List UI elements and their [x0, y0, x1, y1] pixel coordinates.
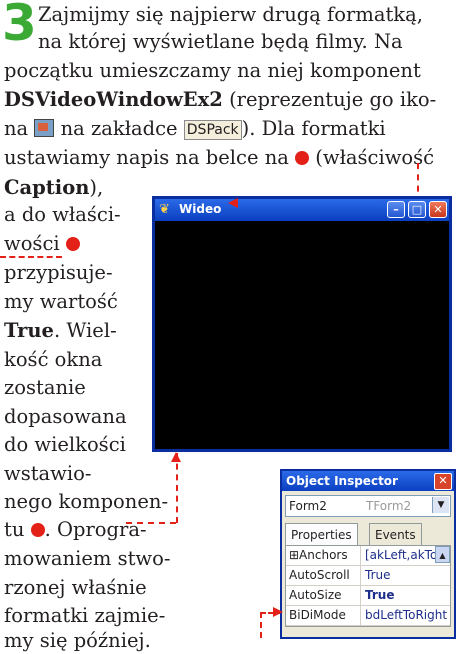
step-number: 3: [2, 0, 37, 52]
video-component-icon: [34, 119, 55, 137]
paragraph-line-7: Caption),: [4, 176, 104, 199]
column-line-5: True. Wiel-: [4, 319, 117, 342]
property-value[interactable]: bdLeftToRight: [365, 606, 447, 625]
marker-dot-icon: [295, 151, 310, 165]
column-line-14: rzonej właśnie: [4, 576, 147, 599]
scroll-up-icon[interactable]: ▲: [435, 546, 450, 563]
component-name: DSVideoWindowEx2: [4, 88, 223, 111]
autosize-connector: [0, 256, 62, 258]
autosize-connector: [260, 612, 262, 638]
caption-property: Caption: [4, 176, 90, 199]
column-line-16: my się później.: [4, 629, 151, 652]
column-line-13: mowaniem stwo-: [4, 547, 171, 570]
property-name: ⊞Anchors: [286, 546, 361, 565]
video-window: ❦ Wideo – □ ✕: [152, 196, 452, 452]
form-type: TForm2: [366, 499, 412, 513]
marker-dot-icon: [65, 237, 80, 251]
column-line-7: zostanie: [4, 376, 86, 399]
form-name: Form2: [289, 499, 327, 513]
column-line-10: wstawio-: [4, 462, 92, 485]
column-line-1: a do właści-: [4, 203, 121, 226]
column-line-15: formatki zajmie-: [4, 604, 166, 627]
column-line-4: my wartość: [4, 290, 118, 313]
component-connector: [176, 453, 178, 523]
tab-properties[interactable]: Properties: [285, 523, 358, 545]
chevron-down-icon[interactable]: ▼: [432, 497, 449, 513]
inspector-tabs: Properties Events: [285, 523, 451, 545]
paragraph-line-4: DSVideoWindowEx2 (reprezentuje go iko-: [4, 88, 437, 111]
column-line-2: wości: [4, 231, 80, 257]
column-line-3: przypisuje-: [4, 261, 113, 284]
column-line-6: kość okna: [4, 348, 103, 371]
app-icon: ❦: [159, 202, 170, 217]
component-connector: [126, 522, 176, 524]
paragraph-line-6: ustawiamy napis na belce na (właściwość: [4, 146, 435, 169]
paragraph-line-5: na na zakładce DSPack). Dla formatki: [4, 117, 386, 140]
component-selector[interactable]: Form2 TForm2 ▼: [285, 495, 451, 517]
column-line-11: nego komponen-: [4, 490, 169, 513]
maximize-button[interactable]: □: [408, 201, 426, 218]
property-row[interactable]: BiDiMode bdLeftToRight: [286, 606, 450, 626]
column-line-9: do wielkości: [4, 433, 126, 456]
close-button[interactable]: ✕: [429, 201, 447, 218]
autosize-connector: [260, 612, 282, 614]
property-name: BiDiMode: [286, 606, 361, 625]
property-value[interactable]: True: [365, 586, 394, 605]
paragraph-line-3: początku umieszczamy na niej komponent: [4, 59, 421, 82]
property-row[interactable]: ⊞Anchors [akLeft,akTop] ▲: [286, 546, 450, 566]
object-inspector: Object Inspector ✕ Form2 TForm2 ▼ Proper…: [280, 469, 456, 639]
true-value: True: [4, 319, 54, 342]
property-name: AutoSize: [286, 586, 361, 605]
column-line-8: dopasowana: [4, 405, 127, 428]
window-titlebar: ❦ Wideo – □ ✕: [155, 199, 449, 221]
dspack-tab-chip: DSPack: [183, 120, 242, 140]
property-name: AutoScroll: [286, 566, 361, 585]
paragraph-line-2: na której wyświetlane będą filmy. Na: [38, 30, 403, 53]
close-icon[interactable]: ✕: [434, 473, 452, 490]
inspector-titlebar: Object Inspector ✕: [282, 471, 454, 491]
tab-events[interactable]: Events: [369, 523, 422, 545]
paragraph-line-1: Zajmijmy się najpierw drugą formatką,: [38, 3, 423, 26]
window-title: Wideo: [179, 202, 222, 216]
marker-dot-icon: [30, 523, 45, 537]
property-row[interactable]: AutoScroll True: [286, 566, 450, 586]
inspector-title: Object Inspector: [286, 474, 398, 488]
property-value[interactable]: True: [365, 566, 391, 585]
property-grid: ⊞Anchors [akLeft,akTop] ▲ AutoScroll Tru…: [285, 545, 451, 627]
property-row[interactable]: AutoSize True: [286, 586, 450, 606]
column-line-12: tu . Oprogra-: [4, 518, 147, 541]
minimize-button[interactable]: –: [387, 201, 405, 218]
